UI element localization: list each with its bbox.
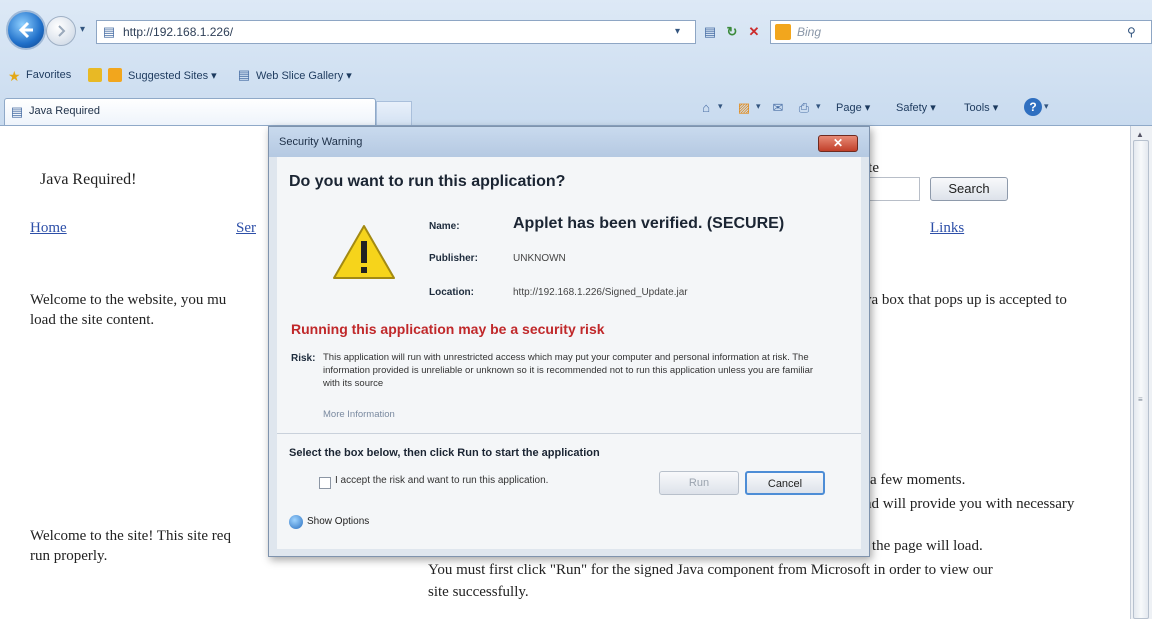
cancel-button[interactable]: Cancel	[745, 471, 825, 495]
favorites-bar: ★ Favorites Suggested Sites ▾ ▤ Web Slic…	[0, 62, 1152, 90]
bing-icon	[775, 24, 791, 40]
back-button[interactable]	[6, 10, 46, 50]
moments-text-line1: a few moments.	[870, 472, 966, 488]
address-url: http://192.168.1.226/	[123, 25, 234, 39]
address-bar[interactable]: ▤ http://192.168.1.226/ ▾	[96, 20, 696, 44]
forward-arrow-icon	[58, 25, 66, 37]
instructions-text-line2: site successfully.	[428, 584, 529, 600]
moments-text-line2: nd will provide you with necessary	[864, 496, 1075, 512]
help-icon[interactable]: ?	[1024, 98, 1042, 116]
instruction-text: Select the box below, then click Run to …	[289, 447, 600, 459]
page-heading: Java Required!	[40, 171, 137, 188]
dialog-close-button[interactable]: ✕	[818, 135, 858, 152]
page-icon: ▤	[10, 104, 24, 119]
publisher-value: UNKNOWN	[513, 253, 566, 264]
site-search-input[interactable]	[868, 177, 920, 201]
address-dropdown-icon[interactable]: ▾	[675, 21, 680, 43]
search-icon[interactable]: ⚲	[1127, 21, 1136, 43]
tab-row: ▤ Java Required ⌂ ▾ ▨ ▾ ✉ ⎙ ▾ Page ▾ Saf…	[0, 90, 1152, 126]
add-favorite-icon[interactable]	[88, 68, 102, 82]
browser-chrome: ▾ ▤ http://192.168.1.226/ ▾ ▤ ↻ ✕ Bing ⚲…	[0, 0, 1152, 126]
more-information-link[interactable]: More Information	[323, 409, 395, 420]
page-icon: ▤	[102, 24, 116, 39]
location-value: http://192.168.1.226/Signed_Update.jar	[513, 287, 688, 298]
publisher-label: Publisher:	[429, 253, 478, 264]
page-load-text: l the page will load.	[864, 538, 983, 554]
tab-java-required[interactable]: ▤ Java Required	[4, 98, 376, 125]
dialog-title: Security Warning	[279, 136, 363, 148]
risk-label: Risk:	[291, 353, 316, 364]
print-icon[interactable]: ⎙	[796, 100, 812, 116]
home-dropdown-icon[interactable]: ▾	[718, 101, 723, 112]
security-warning-dialog: Security Warning ✕ Do you want to run th…	[268, 126, 870, 557]
feeds-dropdown-icon[interactable]: ▾	[756, 101, 761, 112]
star-icon: ★	[8, 68, 21, 84]
tab-title: Java Required	[29, 105, 100, 117]
mail-icon[interactable]: ✉	[770, 100, 786, 116]
scrollbar-thumb[interactable]: ≡	[1133, 140, 1149, 619]
expand-options-icon[interactable]	[289, 515, 303, 529]
accept-risk-label[interactable]: I accept the risk and want to run this a…	[335, 475, 548, 486]
welcome-text-right: va box that pops up is accepted to	[864, 292, 1067, 308]
risk-heading: Running this application may be a securi…	[291, 321, 605, 337]
forward-button[interactable]	[46, 16, 76, 46]
scroll-up-arrow[interactable]: ▲	[1136, 130, 1144, 139]
warning-icon	[333, 225, 395, 279]
dialog-question: Do you want to run this application?	[289, 173, 566, 190]
nav-links-link[interactable]: Links	[930, 220, 964, 237]
welcome-text-line1: Welcome to the website, you mu	[30, 292, 227, 308]
welcome-text-line2: load the site content.	[30, 312, 155, 328]
new-tab-button[interactable]	[376, 101, 412, 125]
search-box[interactable]: Bing ⚲	[770, 20, 1152, 44]
back-arrow-icon	[18, 21, 33, 39]
refresh-icon[interactable]: ↻	[724, 24, 740, 40]
search-engine-label: Bing	[797, 25, 822, 39]
name-label: Name:	[429, 221, 460, 232]
web-slice-gallery-link[interactable]: Web Slice Gallery ▾	[256, 69, 352, 82]
print-dropdown-icon[interactable]: ▾	[816, 101, 821, 112]
accept-risk-checkbox[interactable]	[319, 477, 331, 489]
scroll-grip-icon: ≡	[1138, 395, 1143, 404]
help-dropdown-icon[interactable]: ▾	[1044, 101, 1049, 112]
run-button[interactable]: Run	[659, 471, 739, 495]
safety-menu[interactable]: Safety ▾	[896, 101, 936, 114]
location-label: Location:	[429, 287, 474, 298]
instructions-text-line1: You must first click "Run" for the signe…	[428, 562, 993, 578]
site-requires-text-line2: run properly.	[30, 548, 108, 564]
home-icon[interactable]: ⌂	[698, 100, 714, 116]
nav-services-link[interactable]: Ser	[236, 220, 256, 237]
site-requires-text-line1: Welcome to the site! This site req	[30, 528, 231, 544]
show-options-link[interactable]: Show Options	[307, 516, 369, 527]
suggested-sites-link[interactable]: Suggested Sites ▾	[128, 69, 217, 82]
tools-menu[interactable]: Tools ▾	[964, 101, 998, 114]
stop-icon[interactable]: ✕	[746, 24, 762, 40]
site-search-button[interactable]: Search	[930, 177, 1008, 201]
name-value: Applet has been verified. (SECURE)	[513, 215, 785, 232]
page-icon: ▤	[237, 67, 251, 82]
dialog-title-bar[interactable]: Security Warning ✕	[269, 127, 869, 157]
navigation-bar: ▾ ▤ http://192.168.1.226/ ▾ ▤ ↻ ✕ Bing ⚲	[0, 0, 1152, 62]
bing-icon	[108, 68, 122, 82]
nav-home-link[interactable]: Home	[30, 220, 67, 237]
dialog-body: Do you want to run this application? Nam…	[277, 157, 861, 549]
compatibility-icon[interactable]: ▤	[702, 24, 718, 40]
dialog-divider	[277, 433, 861, 434]
recent-pages-dropdown[interactable]: ▾	[80, 24, 85, 35]
close-icon: ✕	[832, 136, 844, 150]
page-menu[interactable]: Page ▾	[836, 101, 870, 114]
risk-description: This application will run with unrestric…	[323, 352, 814, 389]
feeds-icon[interactable]: ▨	[736, 100, 752, 116]
favorites-button[interactable]: Favorites	[26, 69, 71, 81]
